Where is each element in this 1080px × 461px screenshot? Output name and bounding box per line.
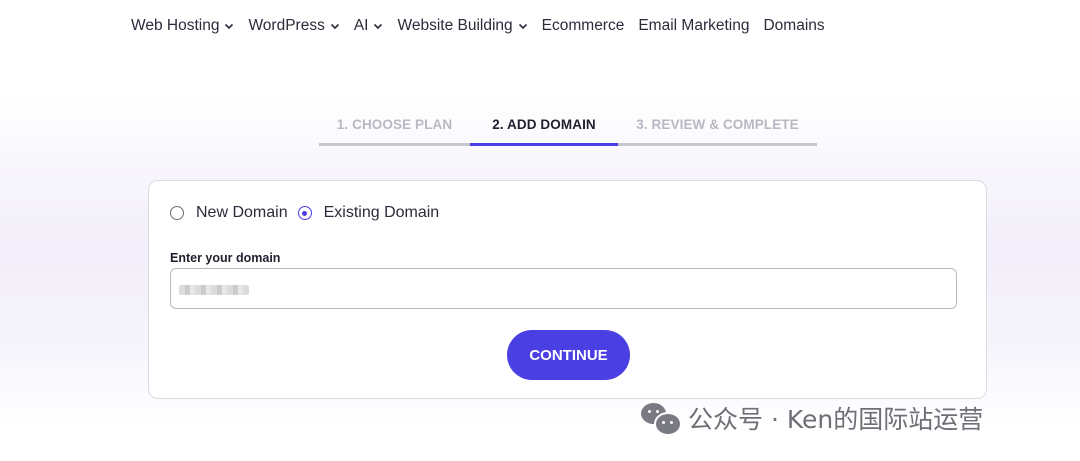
step-review-complete[interactable]: 3. REVIEW & COMPLETE [618,114,817,146]
domain-input[interactable] [170,268,957,309]
radio-unchecked-icon[interactable] [170,206,184,220]
watermark-text: 公众号 · Ken的国际站运营 [688,405,984,434]
domain-card: New Domain Existing Domain Enter your do… [148,180,987,399]
continue-button[interactable]: CONTINUE [507,330,630,380]
nav-item-label: Email Marketing [638,17,750,34]
step-choose-plan[interactable]: 1. CHOOSE PLAN [319,114,470,146]
radio-label: Existing Domain [323,204,440,221]
chevron-down-icon [518,21,528,31]
step-label: 1. CHOOSE PLAN [336,117,453,132]
checkout-stepper: 1. CHOOSE PLAN 2. ADD DOMAIN 3. REVIEW &… [319,114,817,146]
nav-item-label: AI [353,17,369,34]
chevron-down-icon [224,21,234,31]
nav-item-web-hosting[interactable]: Web Hosting [131,17,234,35]
nav-item-email-marketing[interactable]: Email Marketing [638,17,749,35]
domain-field-label: Enter your domain [170,251,281,265]
nav-item-ecommerce[interactable]: Ecommerce [542,17,625,35]
radio-new-domain[interactable]: New Domain [170,204,288,222]
step-add-domain[interactable]: 2. ADD DOMAIN [470,114,618,146]
redacted-domain-text [179,285,249,295]
top-nav: Web Hosting WordPress AI Website Buildin… [131,17,839,35]
domain-type-options: New Domain Existing Domain [170,204,449,222]
nav-item-website-building[interactable]: Website Building [397,17,527,35]
step-label: 2. ADD DOMAIN [492,117,596,132]
nav-item-label: WordPress [248,17,325,34]
wechat-icon [640,400,682,436]
radio-label: New Domain [196,204,288,221]
radio-checked-icon[interactable] [297,206,312,220]
step-label: 3. REVIEW & COMPLETE [636,117,799,132]
radio-existing-domain[interactable]: Existing Domain [297,204,440,222]
chevron-down-icon [373,21,383,31]
nav-item-wordpress[interactable]: WordPress [248,17,339,35]
nav-item-label: Ecommerce [541,17,625,34]
nav-item-label: Website Building [397,17,513,34]
watermark: 公众号 · Ken的国际站运营 [640,400,983,436]
nav-item-ai[interactable]: AI [354,17,384,35]
nav-item-label: Domains [763,17,825,34]
nav-item-label: Web Hosting [131,17,220,34]
nav-item-domains[interactable]: Domains [763,17,824,35]
chevron-down-icon [330,21,340,31]
